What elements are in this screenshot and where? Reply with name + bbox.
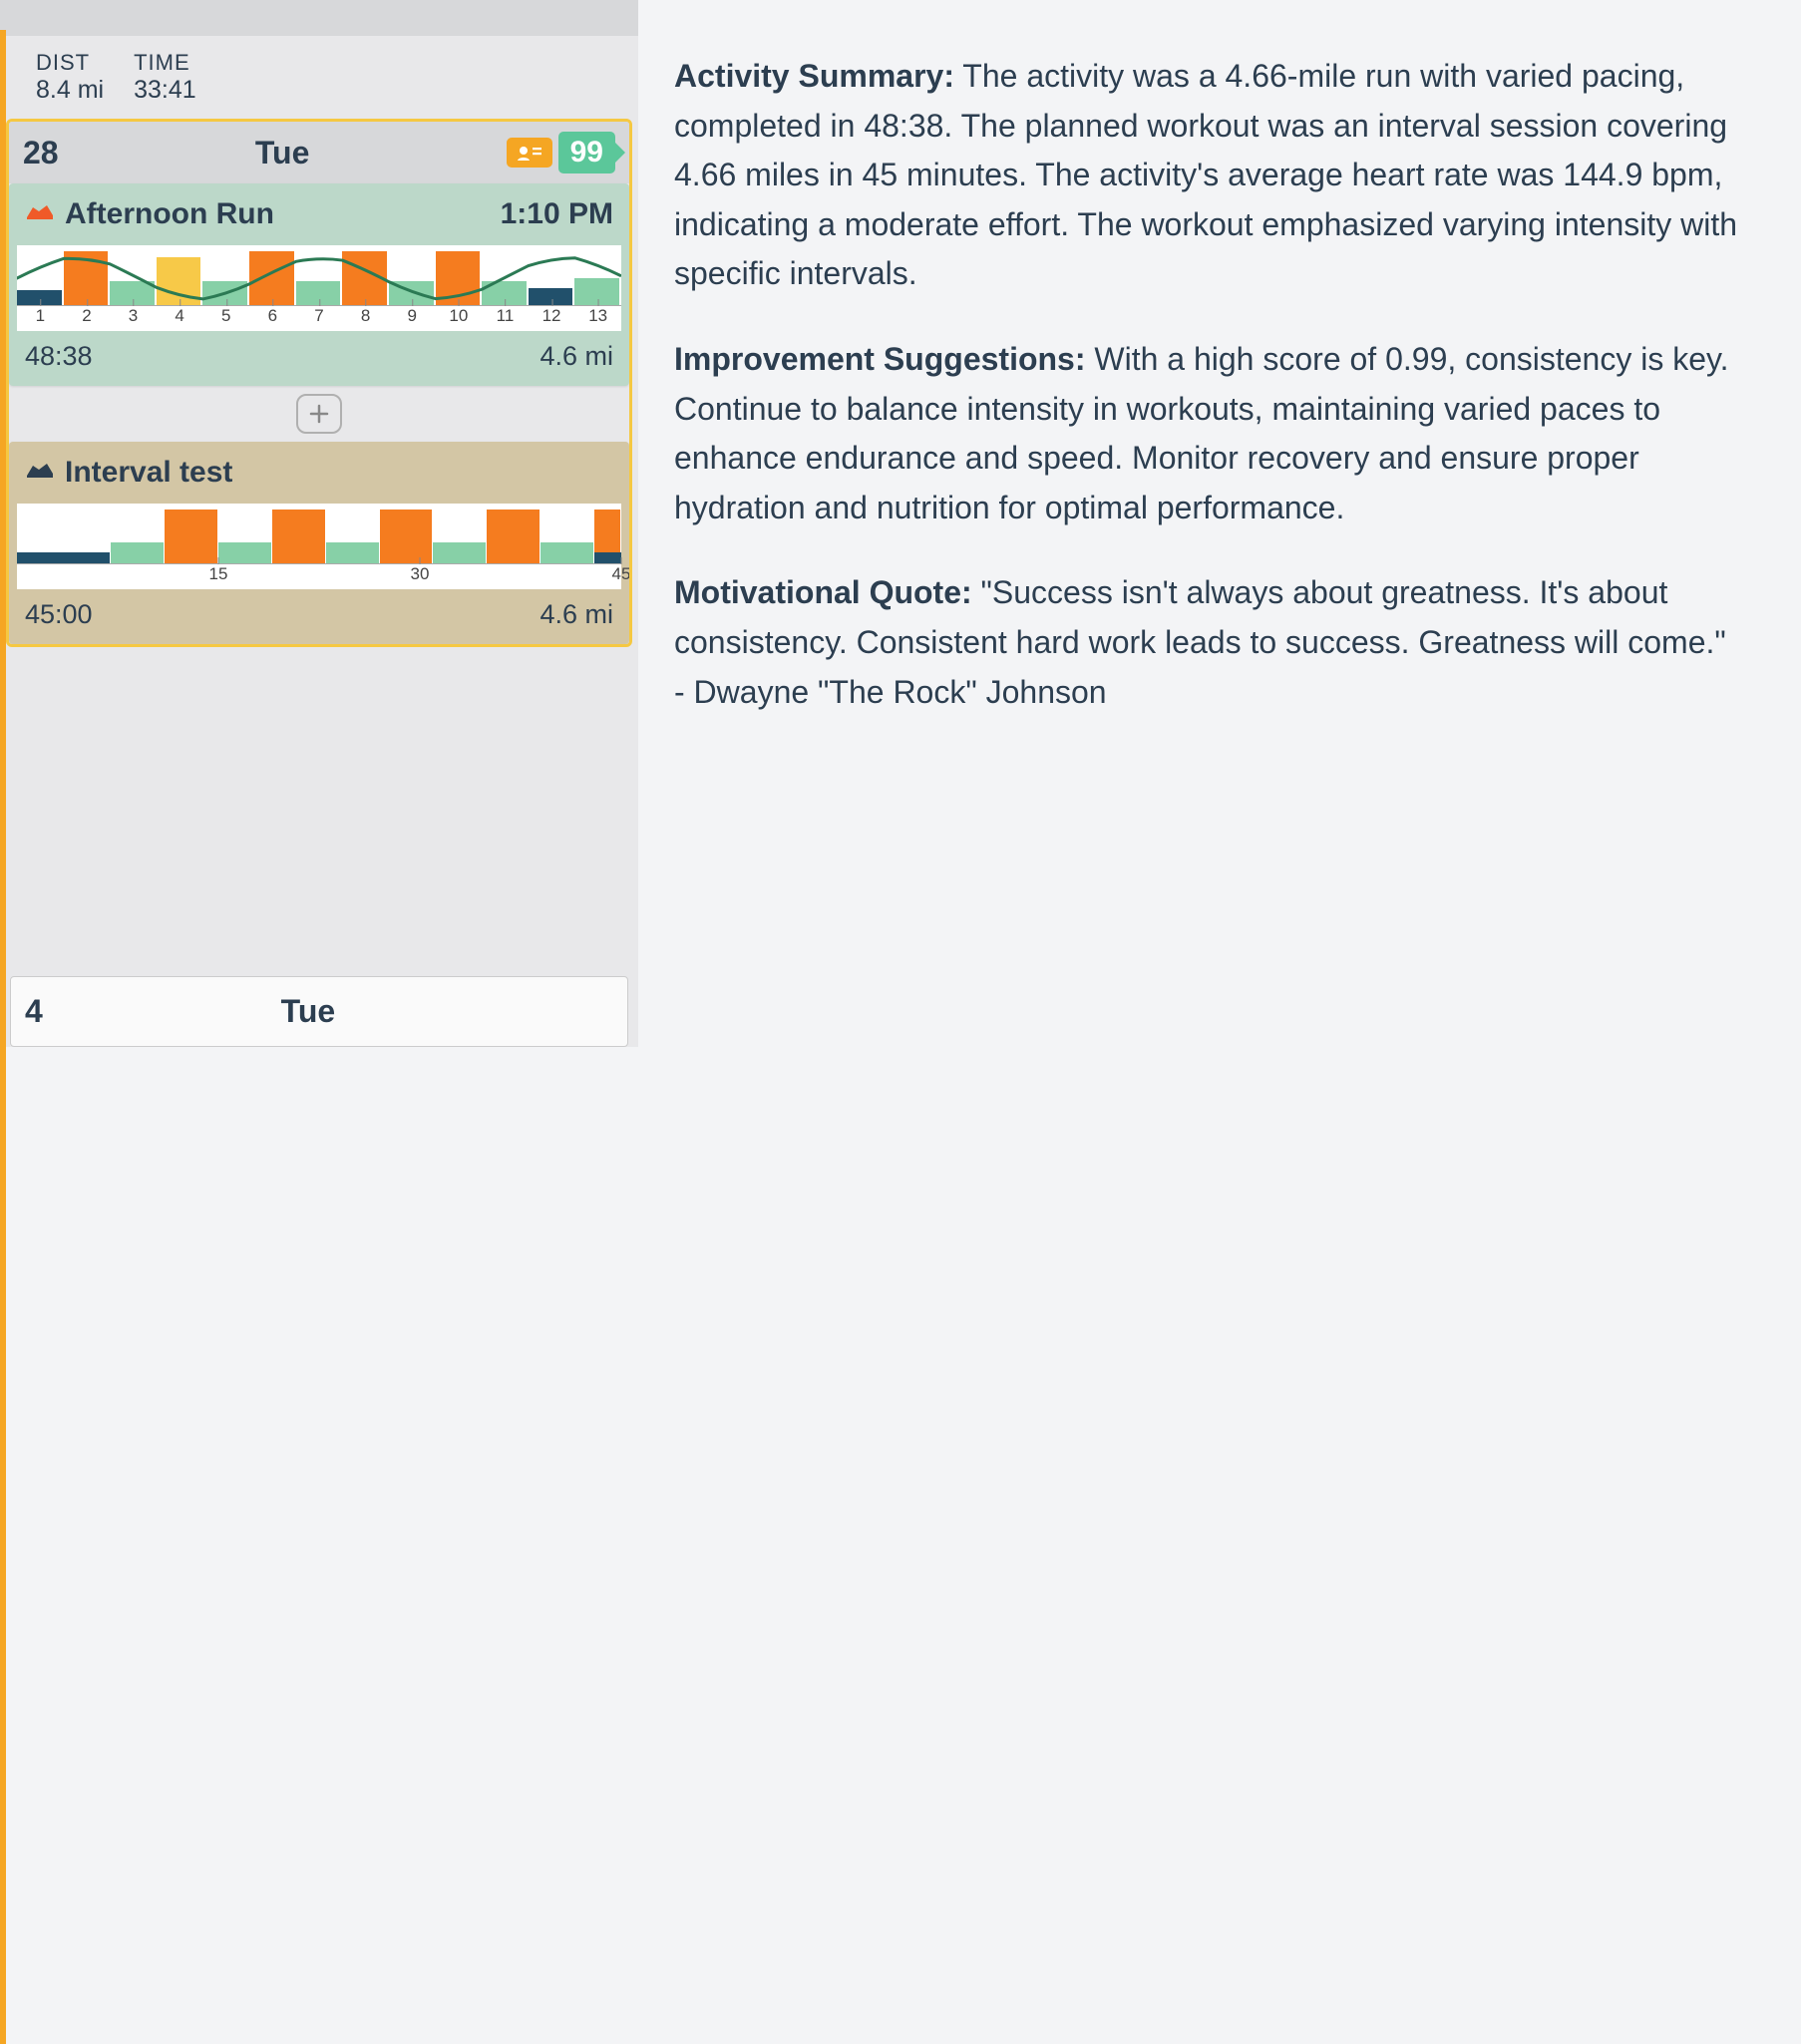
- plan-effort-chart: [17, 504, 621, 563]
- day-header[interactable]: 28 Tue 99: [9, 122, 629, 183]
- improvement-paragraph: Improvement Suggestions: With a high sco…: [674, 335, 1741, 532]
- stat-distance-label: DIST: [36, 50, 104, 76]
- selected-day-block[interactable]: 28 Tue 99 Afternoon Run: [6, 119, 632, 647]
- activity-effort-chart: [17, 245, 621, 305]
- running-shoe-icon: [25, 201, 55, 228]
- next-day-number: 4: [25, 993, 43, 1030]
- next-day-row[interactable]: 4 Tue: [10, 976, 628, 1047]
- running-shoe-icon: [25, 460, 55, 487]
- activity-time: 1:10 PM: [501, 197, 613, 231]
- sidebar-panel: DIST 8.4 mi TIME 33:41 28 Tue 99: [0, 0, 638, 1047]
- quote-heading: Motivational Quote:: [674, 574, 972, 610]
- plan-distance: 4.6 mi: [540, 599, 613, 630]
- plan-title: Interval test: [65, 456, 232, 490]
- activity-card[interactable]: Afternoon Run 1:10 PM 12345678910111213 …: [9, 183, 629, 386]
- stat-distance-value: 8.4 mi: [36, 76, 104, 105]
- left-edge-strip: [0, 30, 6, 2044]
- day-name: Tue: [255, 135, 310, 171]
- plan-duration: 45:00: [25, 599, 93, 630]
- stat-time-label: TIME: [134, 50, 196, 76]
- activity-title: Afternoon Run: [65, 197, 274, 231]
- activity-chart-axis: 12345678910111213: [17, 305, 621, 331]
- activity-duration: 48:38: [25, 341, 93, 372]
- planned-workout-card[interactable]: Interval test 153045 45:00 4.6 mi: [9, 442, 629, 644]
- stat-distance: DIST 8.4 mi: [36, 50, 104, 105]
- day-number: 28: [23, 135, 59, 171]
- id-card-icon[interactable]: [507, 138, 552, 168]
- add-button[interactable]: [296, 394, 342, 434]
- improvement-heading: Improvement Suggestions:: [674, 341, 1086, 377]
- activity-summary-paragraph: Activity Summary: The activity was a 4.6…: [674, 52, 1741, 299]
- summary-heading: Activity Summary:: [674, 58, 954, 94]
- activity-distance: 4.6 mi: [540, 341, 613, 372]
- stat-time: TIME 33:41: [134, 50, 196, 105]
- top-spacer: [0, 0, 638, 36]
- quote-paragraph: Motivational Quote: "Success isn't alway…: [674, 568, 1741, 717]
- next-day-name: Tue: [43, 993, 613, 1030]
- score-badge[interactable]: 99: [558, 132, 615, 173]
- stats-row: DIST 8.4 mi TIME 33:41: [0, 36, 638, 119]
- plan-chart-axis: 153045: [17, 563, 621, 589]
- stat-time-value: 33:41: [134, 76, 196, 105]
- analysis-panel: Activity Summary: The activity was a 4.6…: [638, 0, 1801, 1047]
